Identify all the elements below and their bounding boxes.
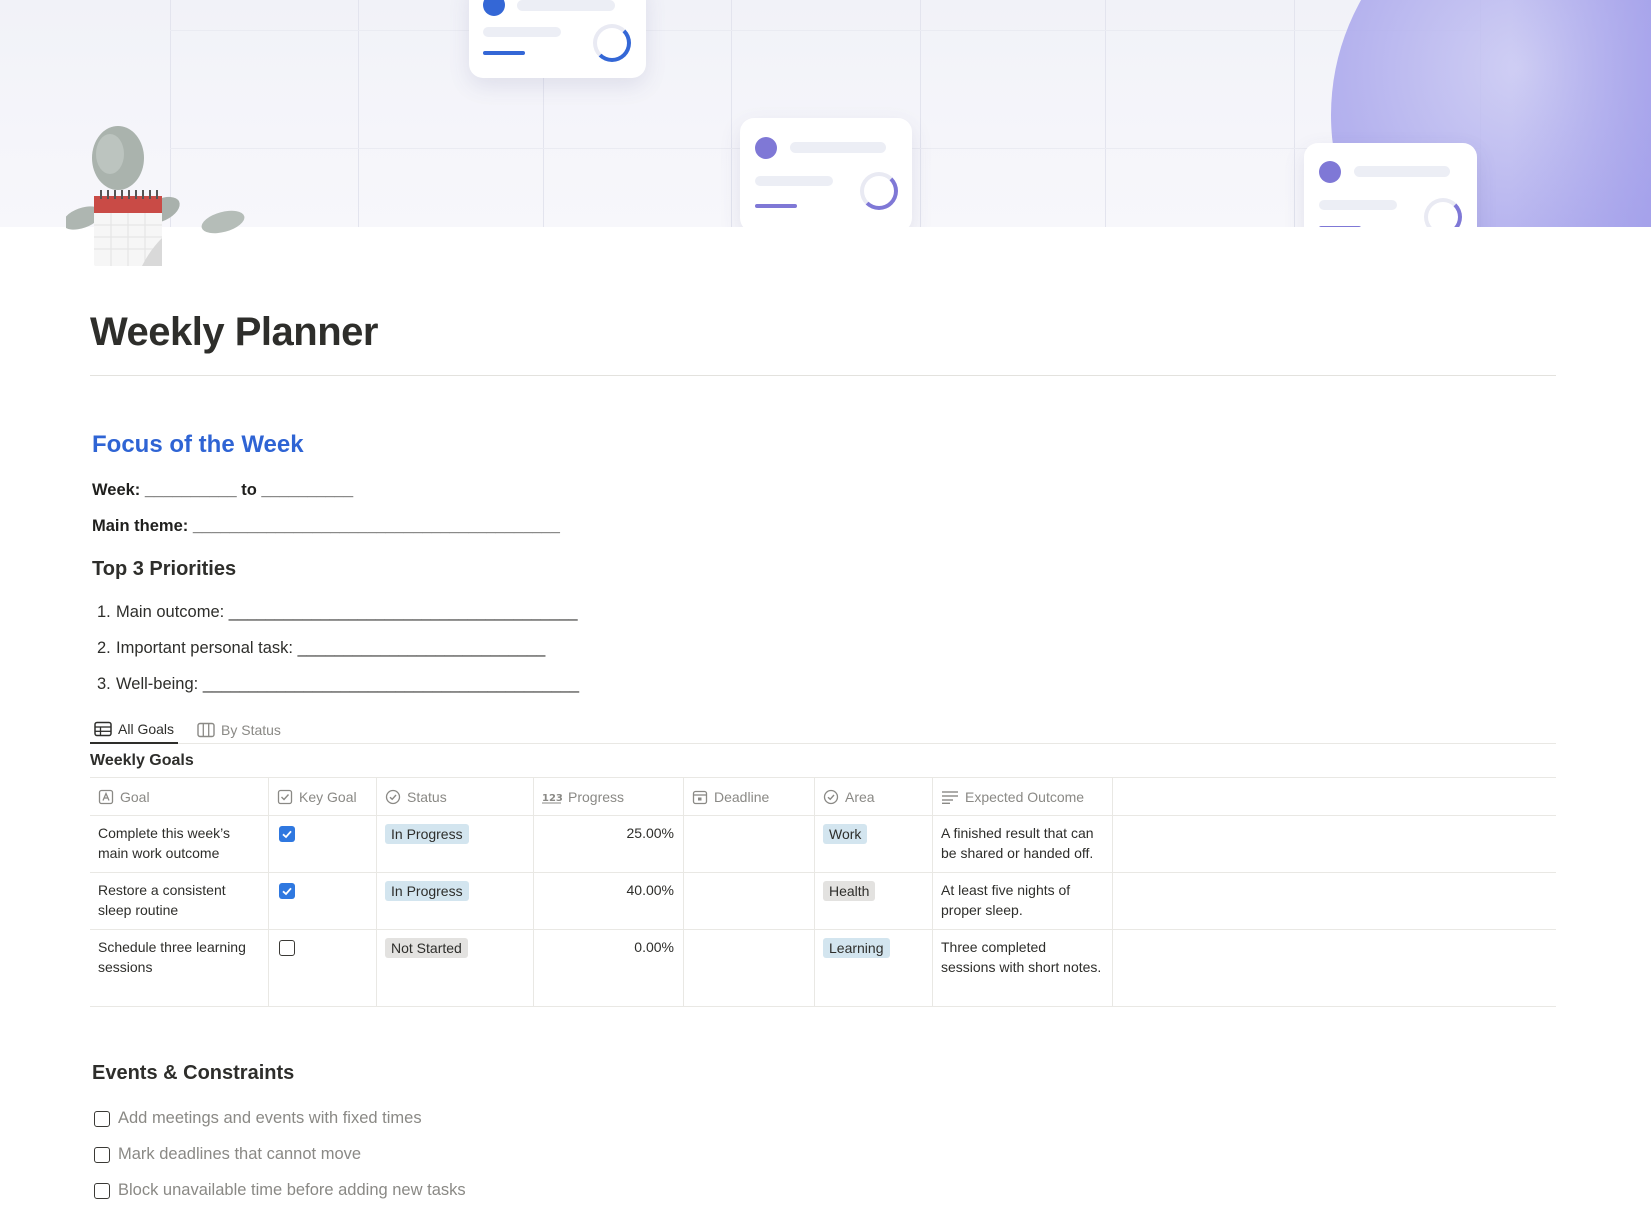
cell-progress[interactable]: 25.00% bbox=[534, 816, 684, 872]
column-header-deadline[interactable]: Deadline bbox=[684, 778, 815, 816]
area-tag: Learning bbox=[823, 938, 890, 958]
column-label: Goal bbox=[120, 789, 150, 805]
priority-text: Important personal task: _______________… bbox=[116, 639, 546, 657]
page-title[interactable]: Weekly Planner bbox=[90, 310, 378, 355]
column-header-area[interactable]: Area bbox=[815, 778, 933, 816]
tab-label: All Goals bbox=[118, 721, 175, 737]
cell-goal[interactable]: Restore a consistent sleep routine bbox=[90, 873, 269, 929]
column-header-expected-outcome[interactable]: Expected Outcome bbox=[933, 778, 1113, 816]
status-tag: Not Started bbox=[385, 938, 468, 958]
cell-status[interactable]: Not Started bbox=[377, 930, 534, 1006]
database-title[interactable]: Weekly Goals bbox=[90, 752, 194, 770]
priority-number: 1. bbox=[97, 603, 111, 621]
priorities-heading[interactable]: Top 3 Priorities bbox=[92, 558, 236, 581]
board-icon bbox=[197, 722, 215, 738]
cell-area[interactable]: Health bbox=[815, 873, 933, 929]
cover-card bbox=[469, 0, 646, 78]
cell-status[interactable]: In Progress bbox=[377, 873, 534, 929]
focus-heading[interactable]: Focus of the Week bbox=[92, 431, 304, 459]
tab-label: By Status bbox=[221, 722, 281, 738]
table-row[interactable]: Complete this week’s main work outcome I… bbox=[90, 816, 1556, 873]
cell-progress[interactable]: 40.00% bbox=[534, 873, 684, 929]
priority-text: Well-being: ____________________________… bbox=[116, 675, 580, 693]
cell-expected-outcome[interactable]: A finished result that can be shared or … bbox=[933, 816, 1113, 872]
title-property-icon bbox=[98, 789, 114, 805]
column-label: Area bbox=[845, 789, 875, 805]
column-header-status[interactable]: Status bbox=[377, 778, 534, 816]
todo-item: Add meetings and events with fixed times bbox=[94, 1109, 422, 1128]
priority-text: Main outcome: __________________________… bbox=[116, 603, 578, 621]
date-property-icon bbox=[692, 790, 708, 805]
tab-all-goals[interactable]: All Goals bbox=[90, 716, 179, 744]
status-tag: In Progress bbox=[385, 824, 469, 844]
cell-key-goal bbox=[269, 930, 377, 1006]
key-goal-checkbox[interactable] bbox=[279, 826, 295, 842]
area-tag: Health bbox=[823, 881, 876, 901]
status-property-icon bbox=[823, 789, 839, 805]
tab-by-status[interactable]: By Status bbox=[197, 716, 281, 744]
column-header-key-goal[interactable]: Key Goal bbox=[269, 778, 377, 816]
column-header-progress[interactable]: 123 Progress bbox=[534, 778, 684, 816]
cover-card bbox=[740, 118, 912, 227]
key-goal-checkbox[interactable] bbox=[279, 940, 295, 956]
column-label: Progress bbox=[568, 789, 625, 805]
table-row[interactable]: Schedule three learning sessions Not Sta… bbox=[90, 930, 1556, 1007]
todo-item: Block unavailable time before adding new… bbox=[94, 1181, 466, 1200]
status-property-icon bbox=[385, 789, 401, 805]
priority-number: 3. bbox=[97, 675, 111, 693]
column-label: Deadline bbox=[714, 789, 770, 805]
cell-expected-outcome[interactable]: Three completed sessions with short note… bbox=[933, 930, 1113, 1006]
todo-label[interactable]: Add meetings and events with fixed times bbox=[118, 1109, 422, 1128]
table-row[interactable]: Restore a consistent sleep routine In Pr… bbox=[90, 873, 1556, 930]
events-heading[interactable]: Events & Constraints bbox=[92, 1062, 294, 1085]
cover-banner bbox=[0, 0, 1651, 227]
todo-item: Mark deadlines that cannot move bbox=[94, 1145, 361, 1164]
cell-area[interactable]: Work bbox=[815, 816, 933, 872]
cover-card bbox=[1304, 143, 1477, 227]
todo-checkbox[interactable] bbox=[94, 1182, 110, 1199]
svg-text:123: 123 bbox=[542, 793, 562, 804]
todo-checkbox[interactable] bbox=[94, 1146, 110, 1163]
theme-line[interactable]: Main theme: ____________________________… bbox=[92, 517, 560, 536]
priority-number: 2. bbox=[97, 639, 111, 657]
cell-deadline[interactable] bbox=[684, 930, 815, 1006]
cell-progress[interactable]: 0.00% bbox=[534, 930, 684, 1006]
text-property-icon bbox=[942, 791, 958, 804]
cell-key-goal bbox=[269, 816, 377, 872]
column-label: Key Goal bbox=[299, 789, 357, 805]
todo-label[interactable]: Mark deadlines that cannot move bbox=[118, 1145, 361, 1164]
cell-goal[interactable]: Schedule three learning sessions bbox=[90, 930, 269, 1006]
column-header-goal[interactable]: Goal bbox=[90, 778, 269, 816]
cell-goal[interactable]: Complete this week’s main work outcome bbox=[90, 816, 269, 872]
priority-item[interactable]: 1. Main outcome: ________________________… bbox=[92, 603, 578, 622]
database-view-tabs: All Goals By Status bbox=[90, 712, 1556, 744]
calendar-icon[interactable] bbox=[62, 126, 246, 266]
todo-label[interactable]: Block unavailable time before adding new… bbox=[118, 1181, 466, 1200]
divider bbox=[90, 375, 1556, 376]
column-label: Expected Outcome bbox=[965, 789, 1085, 805]
table-header: Goal Key Goal Status 123 Progress Deadli… bbox=[90, 777, 1556, 816]
cell-expected-outcome[interactable]: At least five nights of proper sleep. bbox=[933, 873, 1113, 929]
cell-deadline[interactable] bbox=[684, 873, 815, 929]
todo-checkbox[interactable] bbox=[94, 1110, 110, 1127]
priority-item[interactable]: 2. Important personal task: _____________… bbox=[92, 639, 545, 658]
status-tag: In Progress bbox=[385, 881, 469, 901]
week-line[interactable]: Week: __________ to __________ bbox=[92, 481, 353, 500]
table-icon bbox=[94, 721, 112, 737]
cell-deadline[interactable] bbox=[684, 816, 815, 872]
priority-item[interactable]: 3. Well-being: __________________________… bbox=[92, 675, 579, 694]
key-goal-checkbox[interactable] bbox=[279, 883, 295, 899]
checkbox-property-icon bbox=[277, 789, 293, 805]
cell-key-goal bbox=[269, 873, 377, 929]
cell-area[interactable]: Learning bbox=[815, 930, 933, 1006]
column-label: Status bbox=[407, 789, 447, 805]
number-property-icon: 123 bbox=[542, 793, 562, 804]
area-tag: Work bbox=[823, 824, 868, 844]
cell-status[interactable]: In Progress bbox=[377, 816, 534, 872]
